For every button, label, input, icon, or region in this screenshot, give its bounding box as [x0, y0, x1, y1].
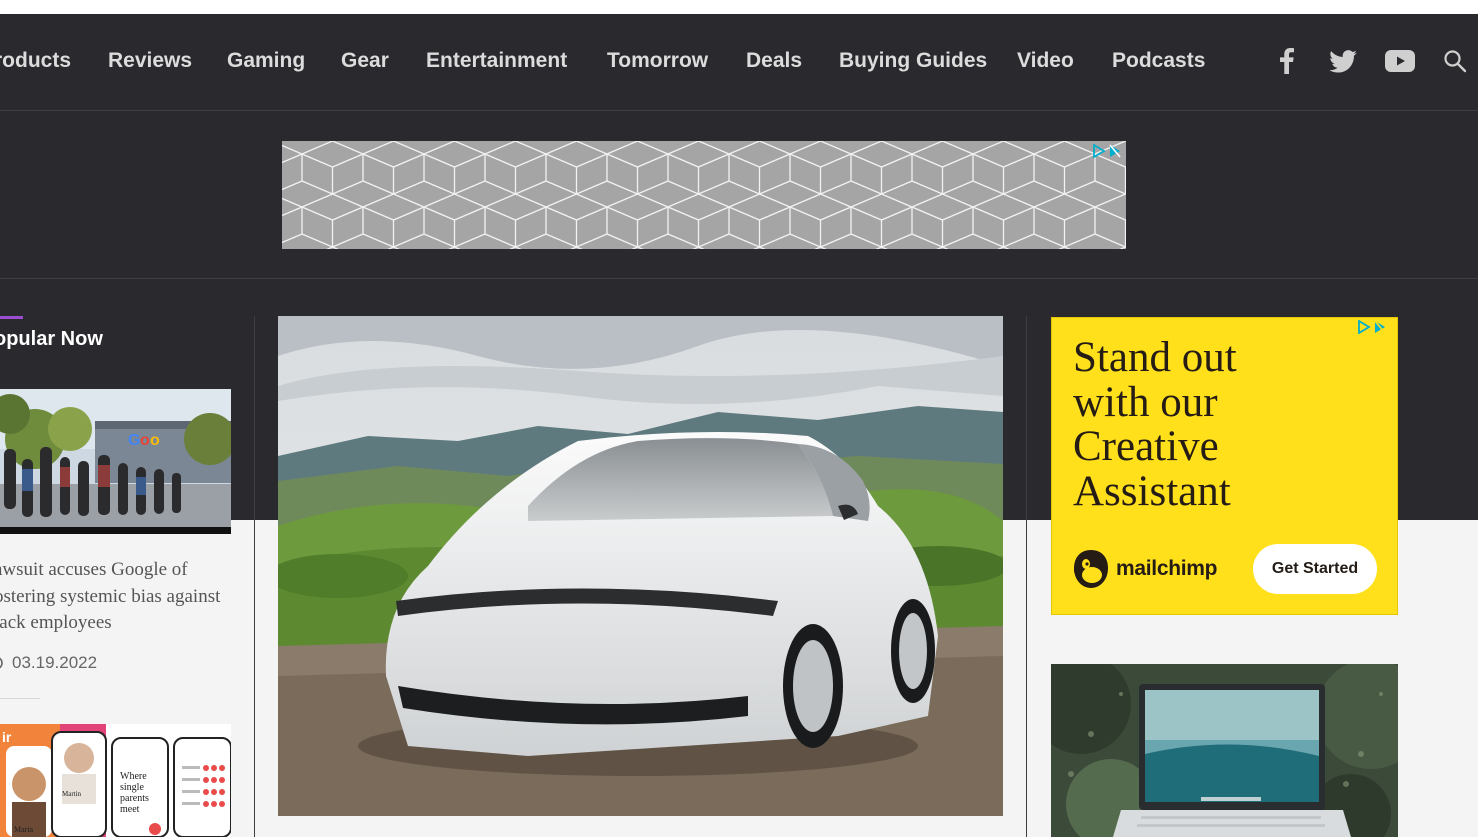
card-label: Martin	[62, 790, 82, 798]
popular-accent-bar	[0, 316, 23, 319]
hero-image-electric-car[interactable]	[278, 316, 1003, 816]
nav-item-buying-guides[interactable]: Buying Guides	[839, 48, 987, 74]
article-date-text: 03.19.2022	[12, 653, 98, 672]
svg-text:ir: ir	[2, 729, 12, 745]
adchoices-icon[interactable]	[1357, 319, 1387, 335]
banner-ad-area	[0, 111, 1478, 279]
svg-text:o: o	[140, 432, 150, 449]
facebook-icon[interactable]	[1270, 44, 1304, 78]
twitter-icon[interactable]	[1326, 44, 1360, 78]
svg-text:G: G	[128, 432, 140, 449]
cube-pattern	[282, 141, 1126, 249]
article-separator	[0, 698, 40, 699]
banner-ad[interactable]	[282, 141, 1126, 249]
freddie-monkey-icon	[1074, 550, 1108, 588]
ad-headline-line: Stand out	[1073, 334, 1237, 381]
article-thumbnail-dating-app[interactable]: ir Maria Martin Where single parents meet	[0, 724, 231, 837]
popular-now-title: opular Now	[0, 328, 103, 350]
nav-item-deals[interactable]: Deals	[746, 48, 802, 74]
article-date: 03.19.2022	[0, 653, 97, 673]
main-nav: roducts Reviews Gaming Gear Entertainmen…	[0, 14, 1478, 111]
browser-top-strip	[0, 0, 1478, 14]
brand-name: mailchimp	[1116, 557, 1218, 580]
column-divider-left	[254, 316, 255, 837]
mailchimp-ad[interactable]: Stand out with our Creative Assistant ma…	[1051, 317, 1398, 615]
nav-item-products[interactable]: roducts	[0, 48, 71, 74]
nav-item-gaming[interactable]: Gaming	[227, 48, 305, 74]
article-headline-google-lawsuit[interactable]: awsuit accuses Google of ostering system…	[0, 557, 234, 637]
nav-item-podcasts[interactable]: Podcasts	[1112, 48, 1205, 74]
adchoices-icon[interactable]	[1092, 143, 1122, 159]
clock-icon	[0, 657, 3, 669]
ad-headline: Stand out with our Creative Assistant	[1073, 334, 1313, 515]
nav-item-video[interactable]: Video	[1017, 48, 1074, 74]
ad-headline-line: Assistant	[1073, 467, 1231, 515]
article-thumbnail-laptop[interactable]	[1051, 664, 1398, 837]
search-icon[interactable]	[1438, 44, 1472, 78]
ad-headline-line: Creative	[1073, 423, 1219, 470]
nav-item-reviews[interactable]: Reviews	[108, 48, 192, 74]
article-thumbnail-google-campus[interactable]: G o o	[0, 389, 231, 534]
headline-line: awsuit accuses Google of	[0, 559, 188, 580]
column-divider-right	[1026, 316, 1027, 837]
headline-line: lack employees	[0, 612, 112, 633]
profile-name: Maria	[14, 825, 34, 834]
svg-text:o: o	[150, 432, 160, 449]
mailchimp-logo: mailchimp	[1072, 548, 1217, 590]
nav-item-entertainment[interactable]: Entertainment	[426, 48, 567, 74]
ad-headline-line: with our	[1073, 378, 1218, 426]
get-started-button[interactable]: Get Started	[1253, 544, 1377, 594]
headline-line: ostering systemic bias against	[0, 585, 221, 607]
youtube-icon[interactable]	[1383, 44, 1417, 78]
nav-item-tomorrow[interactable]: Tomorrow	[607, 48, 708, 74]
nav-item-gear[interactable]: Gear	[341, 48, 389, 74]
